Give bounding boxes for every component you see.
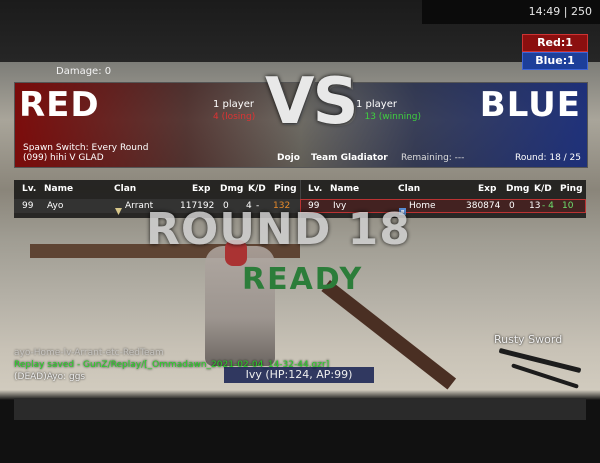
round-banner: ROUND 18 [146,204,411,255]
red-team-status: 4 (losing) [213,112,256,122]
header-ping: Ping [274,184,297,194]
blue-team-score: Blue:1 [522,52,588,70]
remaining-time: Remaining: --- [401,153,465,163]
header-exp: Exp [192,184,211,194]
header-dmg: Dmg [220,184,244,194]
scoreboard-header: RED VS BLUE 1 player 4 (losing) 1 player… [14,65,588,168]
map-name: Dojo [277,153,300,163]
clan-emblem-icon [114,201,123,215]
damage-counter: Damage: 0 [56,66,112,77]
header-kd: K/D [248,184,266,194]
header-name: Name [330,184,360,194]
player-dmg: 0 [509,201,515,211]
player-ping: 10 [562,201,574,211]
spawn-info: Spawn Switch: Every Round (099) hihi V G… [23,143,148,163]
player-clan: Home [409,201,436,211]
ready-banner: READY [242,262,364,297]
round-counter: Round: 18 / 25 [514,153,581,163]
header-clan: Clan [398,184,421,194]
red-player-count: 1 player [213,99,254,110]
game-mode: Team Gladiator [311,153,388,163]
sword-icon [498,347,582,374]
red-team-score: Red:1 [522,34,588,52]
player-exp: 380874 [466,201,501,211]
header-clan: Clan [114,184,137,194]
header-exp: Exp [478,184,497,194]
time-and-fps: 14:49 | 250 [422,0,600,24]
player-name: Ayo [47,201,64,211]
bottom-hud-bar [14,398,586,420]
player-kills: 13 [529,201,541,211]
blue-team-title: BLUE [479,85,581,125]
player-level: 99 [22,201,34,211]
match-title: (099) hihi V GLAD [23,153,104,163]
header-level: Lv. [308,184,323,194]
header-dmg: Dmg [506,184,530,194]
header-ping: Ping [560,184,583,194]
blue-team-status: 13 (winning) [364,112,421,122]
chat-line: ayo-Home-lv-Arrant-etc-RedTeam [14,348,164,358]
red-team-title: RED [19,85,100,125]
spawn-switch-text: Spawn Switch: Every Round [23,143,149,153]
player-deaths: - 4 [542,201,554,211]
header-level: Lv. [22,184,37,194]
spectate-status: Ivy (HP:124, AP:99) [224,367,374,383]
blue-player-count: 1 player [356,99,397,110]
weapon-name: Rusty Sword [494,333,563,346]
header-name: Name [44,184,74,194]
vs-logo: VS [265,65,359,139]
header-kd: K/D [534,184,552,194]
